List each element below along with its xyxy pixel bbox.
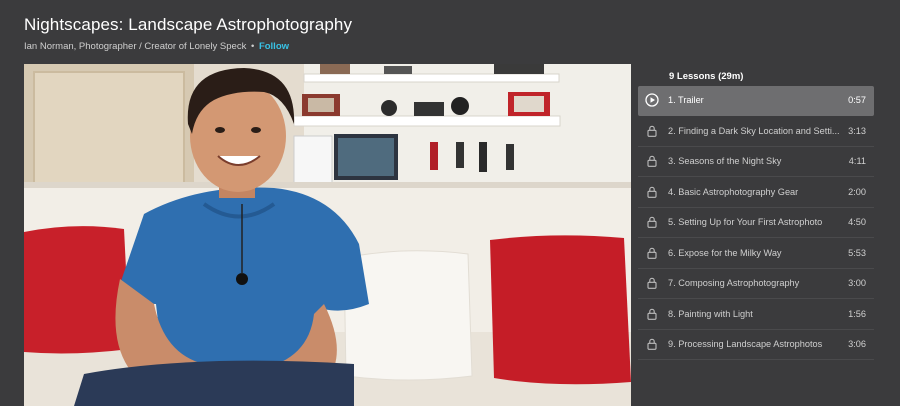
lock-icon <box>645 337 659 351</box>
lesson-item[interactable]: 8. Painting with Light 1:56 <box>638 300 874 330</box>
video-player[interactable] <box>24 64 631 406</box>
lesson-duration: 2:00 <box>848 186 866 197</box>
byline-separator: • <box>250 41 255 52</box>
lesson-item[interactable]: 5. Setting Up for Your First Astrophoto 4… <box>638 208 874 238</box>
lesson-title: 9. Processing Landscape Astrophotos <box>668 339 823 349</box>
author-byline: Ian Norman, Photographer / Creator of Lo… <box>24 41 289 52</box>
lessons-header: 9 Lessons (29m) <box>669 71 744 82</box>
lesson-item[interactable]: 3. Seasons of the Night Sky 4:11 <box>638 147 874 177</box>
play-icon <box>645 93 659 107</box>
lesson-item[interactable]: 6. Expose for the Milky Way 5:53 <box>638 239 874 269</box>
lesson-title: 5. Setting Up for Your First Astrophoto <box>668 217 823 227</box>
lesson-duration: 3:13 <box>848 125 866 136</box>
lock-icon <box>645 124 659 138</box>
lesson-title: 6. Expose for the Milky Way <box>668 247 782 258</box>
lock-icon <box>645 307 659 321</box>
follow-link[interactable]: Follow <box>259 41 289 52</box>
lesson-duration: 0:57 <box>848 95 866 105</box>
lesson-title: 7. Composing Astrophotography <box>668 278 800 288</box>
author-name: Ian Norman, Photographer / Creator of Lo… <box>24 41 247 52</box>
lesson-title: 8. Painting with Light <box>668 308 753 319</box>
lock-icon <box>645 215 659 229</box>
lesson-duration: 5:53 <box>848 247 866 258</box>
lesson-title: 2. Finding a Dark Sky Location and Setti… <box>668 125 840 136</box>
lesson-list: 9 Lessons (29m) 1. Trailer 0:57 2. Finding… <box>638 64 874 361</box>
lesson-duration: 3:06 <box>848 339 866 349</box>
lesson-duration: 4:50 <box>848 217 866 227</box>
lesson-duration: 1:56 <box>848 308 866 319</box>
lesson-item[interactable]: 7. Composing Astrophotography 3:00 <box>638 269 874 299</box>
lesson-item[interactable]: 9. Processing Landscape Astrophotos 3:06 <box>638 330 874 360</box>
lock-icon <box>645 154 659 168</box>
lock-icon <box>645 246 659 260</box>
lesson-title: 1. Trailer <box>668 95 704 105</box>
course-title: Nightscapes: Landscape Astrophotography <box>24 15 353 34</box>
lesson-item[interactable]: 2. Finding a Dark Sky Location and Setti… <box>638 117 874 147</box>
lesson-item[interactable]: 1. Trailer 0:57 <box>638 86 874 116</box>
lesson-duration: 4:11 <box>848 156 866 166</box>
lesson-duration: 3:00 <box>848 278 866 288</box>
lesson-title: 3. Seasons of the Night Sky <box>668 156 782 166</box>
video-thumbnail <box>24 64 631 406</box>
lesson-title: 4. Basic Astrophotography Gear <box>668 186 799 197</box>
lesson-item[interactable]: 4. Basic Astrophotography Gear 2:00 <box>638 178 874 208</box>
lock-icon <box>645 185 659 199</box>
lock-icon <box>645 276 659 290</box>
